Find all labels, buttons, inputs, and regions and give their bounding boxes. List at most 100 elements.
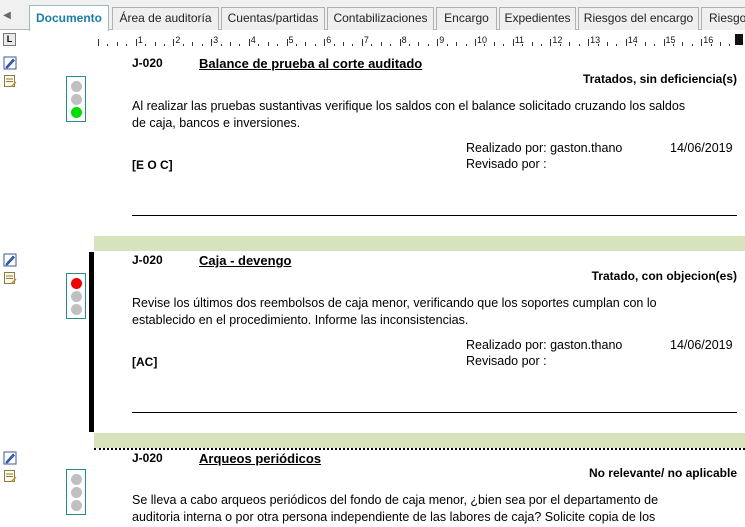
reviewed-by: Revisado por : [466,354,547,368]
ruler-tick [380,42,382,46]
light-bulb-off [71,487,82,498]
ruler-tick [116,42,118,46]
record-description: Revise los últimos dos reembolsos de caj… [132,296,657,327]
ruler-number: 7 [363,35,369,45]
ruler-tick [465,44,467,46]
ruler-tick [418,42,420,46]
record-title[interactable]: Caja - devengo [199,253,291,268]
audit-record: J-020 Balance de prueba al corte auditad… [0,56,745,236]
record-divider [132,412,737,413]
performed-date: 14/06/2019 [670,141,733,155]
tab-cuentas-partidas[interactable]: Cuentas/partidas [221,7,325,30]
tab-riesgo[interactable]: Riesgo [701,7,745,30]
record-description: Se lleva a cabo arqueos periódicos del f… [132,493,659,524]
tab-stop-selector[interactable]: L [3,33,16,46]
record-status: Tratados, sin deficiencia(s) [582,72,737,86]
record-separator [94,433,745,448]
record-code: J-020 [132,56,163,70]
ruler-tick [192,42,194,46]
note-icon[interactable] [3,271,17,285]
ruler-tick [135,39,137,46]
light-bulb-off [71,500,82,511]
ruler-tick [691,44,693,46]
light-bulb-off [71,291,82,302]
ruler-number: 14 [627,35,638,45]
ruler-tick [616,44,618,46]
ruler-tick [258,44,260,46]
record-status: Tratado, con objecion(es) [591,269,737,283]
ruler-tick [333,44,335,46]
tab-bar: ◀ Documento Área de auditoría Cuentas/pa… [0,0,745,31]
ruler-tick [220,44,222,46]
ruler-tick [503,44,505,46]
ruler-number: 8 [401,35,407,45]
ruler-tick [663,39,665,46]
note-icon[interactable] [3,74,17,88]
tab-contabilizaciones[interactable]: Contabilizaciones [327,7,434,30]
edit-pencil-icon[interactable] [3,253,17,267]
ruler-tick [720,42,722,46]
ruler-number: 11 [514,35,525,45]
ruler-number: 13 [590,35,601,45]
record-code: J-020 [132,253,163,267]
ruler-number: 4 [250,35,256,45]
ruler-row: L 1 2 3 4 5 6 7 8 9 10 11 12 13 14 15 16 [0,31,745,50]
light-bulb-off [71,81,82,92]
performed-by: Realizado por: gaston.thano [466,141,623,155]
note-icon[interactable] [3,469,17,483]
ruler-tick [569,42,571,46]
ruler-number: 12 [552,35,563,45]
ruler-tick [588,39,590,46]
ruler-tick [267,42,269,46]
ruler-tick [456,42,458,46]
performed-date: 14/06/2019 [670,338,733,352]
ruler-tick [126,44,128,46]
ruler-tick [475,39,476,46]
ruler-tick [512,39,514,46]
ruler-tick [145,44,147,46]
tab-documento[interactable]: Documento [29,5,109,31]
ruler-tick [606,42,608,46]
ruler-tick [352,44,354,46]
edit-pencil-icon[interactable] [3,451,17,465]
ruler-number: 15 [665,35,676,45]
tab-riesgos-del-encargo[interactable]: Riesgos del encargo [578,7,699,30]
ruler-tick [305,42,307,46]
ruler-tick [550,39,552,46]
dotted-divider [94,448,745,450]
tab-encargo[interactable]: Encargo [436,7,497,30]
record-title[interactable]: Balance de prueba al corte auditado [199,56,422,71]
record-title[interactable]: Arqueos periódicos [199,451,321,466]
ruler-number: 5 [288,35,294,45]
ruler-tick [682,42,684,46]
ruler-tick [239,44,241,46]
ruler-tick [182,44,184,46]
traffic-light-indicator [66,76,86,122]
light-bulb-green [71,107,82,118]
ruler-tick [399,39,401,46]
ruler-tick [540,44,542,46]
record-separator [94,236,745,251]
performed-by: Realizado por: gaston.thano [466,338,623,352]
tab-expedientes[interactable]: Expedientes [499,7,576,30]
ruler-tick [343,42,345,46]
horizontal-ruler[interactable]: 1 2 3 4 5 6 7 8 9 10 11 12 13 14 15 16 [96,35,741,46]
ruler-tick [531,42,533,46]
chevron-left-icon[interactable]: ◀ [0,8,14,24]
light-bulb-red [71,278,82,289]
ruler-tick [390,44,392,46]
tab-area-de-auditoria[interactable]: Área de auditoría [112,7,219,30]
audit-record: J-020 Caja - devengo Tratado, con objeci… [0,253,745,433]
ruler-tick [446,44,448,46]
ruler-tick [644,42,646,46]
ruler-number: 2 [175,35,181,45]
record-tag: [AC] [132,355,158,369]
edit-pencil-icon[interactable] [3,56,17,70]
ruler-tick [625,39,627,46]
ruler-tick [277,44,279,46]
record-divider [132,215,737,216]
ruler-tick [361,39,363,46]
record-description: Al realizar las pruebas sustantivas veri… [132,99,686,130]
ruler-tick [437,39,439,46]
record-code: J-020 [132,451,163,465]
